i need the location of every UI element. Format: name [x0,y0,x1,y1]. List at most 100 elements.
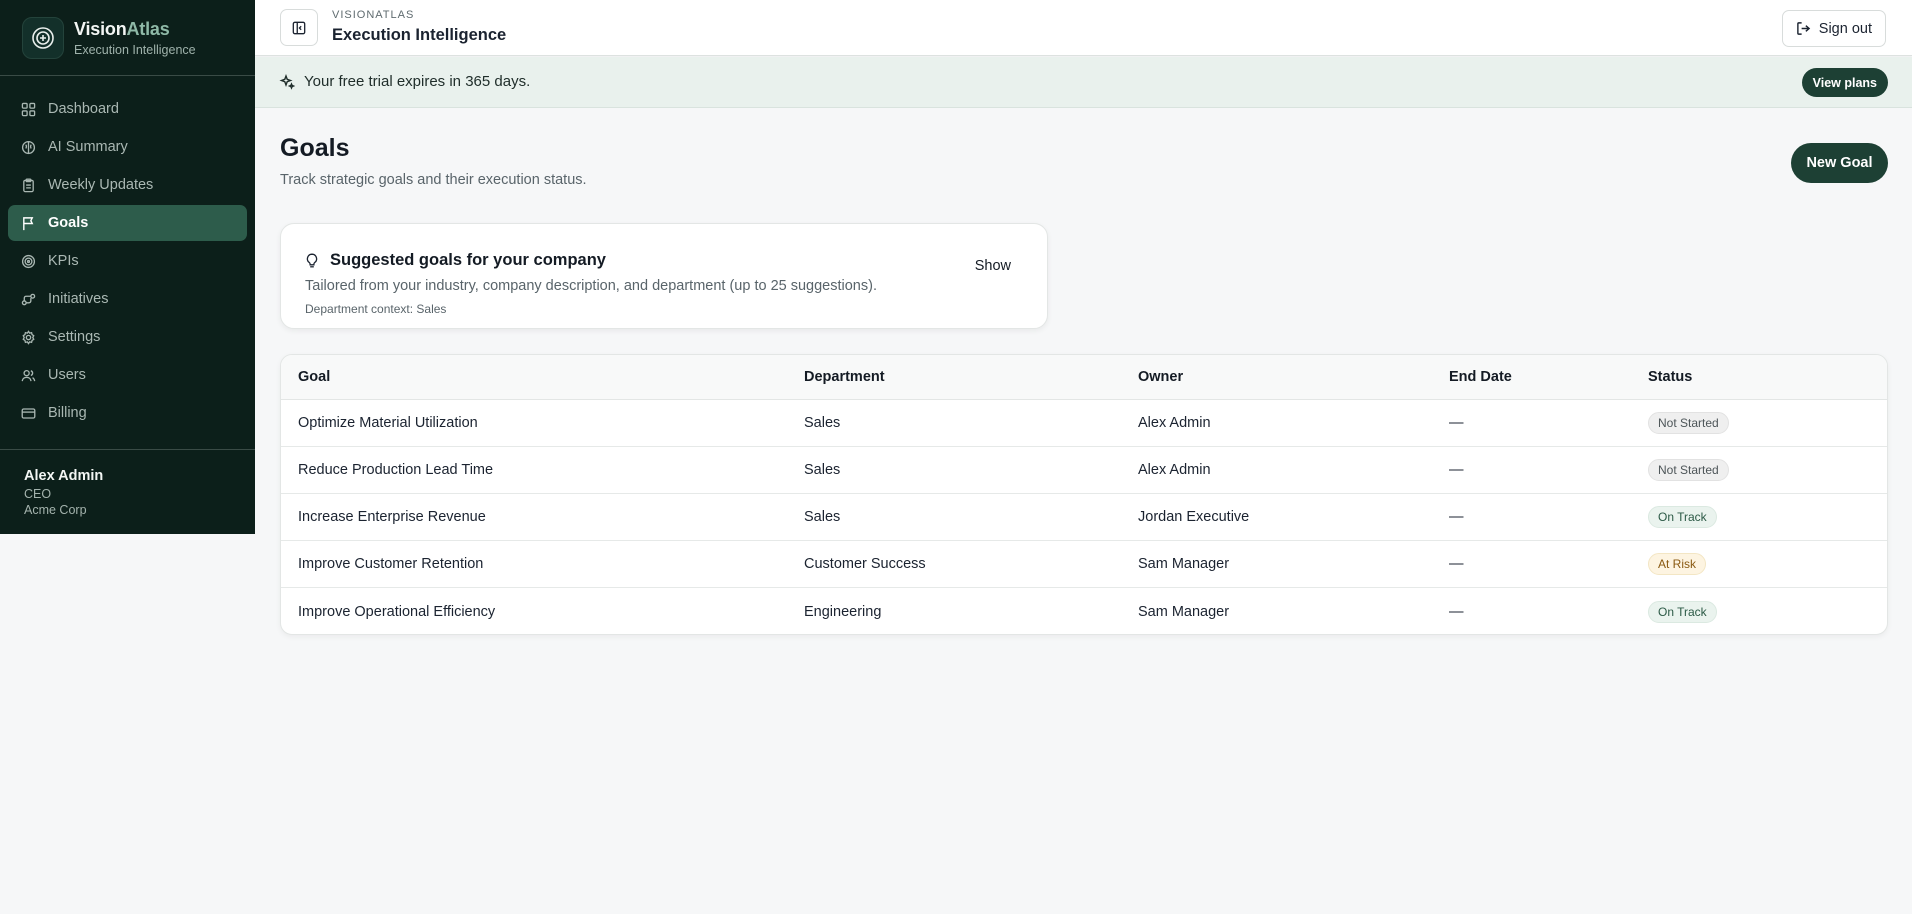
page-subtitle: Track strategic goals and their executio… [280,172,587,188]
status-cell: On Track [1648,588,1717,634]
sidebar-item-label: Settings [48,329,101,345]
target-icon [20,253,36,269]
sidebar-item-label: AI Summary [48,139,128,155]
sign-out-label: Sign out [1818,20,1872,37]
grid-icon [20,101,36,117]
user-name: Alex Admin [24,468,104,484]
header-title: Execution Intelligence [332,26,507,44]
goals-table: Goal Department Owner End Date Status Op… [280,354,1888,635]
status-badge: Not Started [1648,412,1729,434]
brand-subtitle: Execution Intelligence [74,42,196,57]
table-row[interactable]: Optimize Material Utilization Sales Alex… [281,400,1887,447]
page-title: Goals [280,134,350,162]
goal-end-date: — [1449,603,1464,620]
status-cell: Not Started [1648,400,1729,446]
lightbulb-icon [305,253,319,274]
sidebar-item-label: Users [48,367,86,383]
goal-owner: Alex Admin [1138,415,1211,431]
table-row[interactable]: Improve Operational Efficiency Engineeri… [281,588,1887,634]
sidebar-item-settings[interactable]: Settings [8,319,247,355]
goal-end-date: — [1449,462,1464,478]
goal-name[interactable]: Improve Operational Efficiency [298,588,495,634]
sidebar-item-label: Dashboard [48,101,119,117]
suggested-goals-description: Tailored from your industry, company des… [305,278,877,294]
view-plans-button[interactable]: View plans [1801,68,1888,97]
column-header-owner[interactable]: Owner [1138,355,1183,399]
sidebar-item-label: KPIs [48,253,79,269]
goal-owner: Sam Manager [1138,603,1230,620]
column-header-goal[interactable]: Goal [298,355,330,399]
status-cell: Not Started [1648,447,1729,493]
status-badge: On Track [1648,506,1717,528]
brain-icon [20,139,36,155]
status-badge: Not Started [1648,459,1729,481]
column-header-status[interactable]: Status [1648,355,1692,399]
goal-department: Sales [804,509,841,525]
goal-name[interactable]: Improve Customer Retention [298,541,483,587]
suggested-goals-title: Suggested goals for your company [330,251,606,269]
column-header-end-date[interactable]: End Date [1449,355,1512,399]
goal-end-date: — [1449,556,1464,572]
status-cell: At Risk [1648,541,1707,587]
logo-icon [22,16,64,59]
show-suggestions-button[interactable]: Show [975,258,1011,274]
sidebar-item-label: Billing [48,405,87,421]
goal-owner: Sam Manager [1138,556,1230,572]
header-eyebrow: VISIONATLAS [332,9,415,21]
goal-department: Engineering [804,603,882,620]
suggested-goals-card: Suggested goals for your company Tailore… [280,223,1048,329]
sidebar: VisionAtlas Execution Intelligence Dashb… [0,0,255,534]
flag-icon [20,215,36,231]
logout-icon [1796,21,1811,36]
brand-name: VisionAtlas [74,18,170,39]
trial-text: Your free trial expires in 365 days. [304,73,531,90]
goal-name[interactable]: Optimize Material Utilization [298,400,478,446]
goal-name[interactable]: Reduce Production Lead Time [298,447,493,493]
table-row[interactable]: Improve Customer Retention Customer Succ… [281,541,1887,588]
sidebar-item-weekly-updates[interactable]: Weekly Updates [8,167,247,203]
goal-name[interactable]: Increase Enterprise Revenue [298,494,486,540]
clipboard-icon [20,177,36,193]
credit-card-icon [20,405,36,421]
workflow-icon [20,291,36,307]
goal-department: Sales [804,415,841,431]
sidebar-item-initiatives[interactable]: Initiatives [8,281,247,317]
table-row[interactable]: Increase Enterprise Revenue Sales Jordan… [281,494,1887,541]
goal-end-date: — [1449,415,1464,431]
sidebar-nav: Dashboard AI Summary Weekly Updates Goal… [0,76,255,431]
status-badge: On Track [1648,600,1717,623]
sidebar-item-users[interactable]: Users [8,357,247,393]
goal-owner: Jordan Executive [1138,509,1250,525]
sidebar-item-goals[interactable]: Goals [8,205,247,241]
sidebar-item-billing[interactable]: Billing [8,395,247,431]
user-company: Acme Corp [24,503,87,517]
sidebar-item-kpis[interactable]: KPIs [8,243,247,279]
sparkles-icon [279,73,296,95]
sidebar-item-ai-summary[interactable]: AI Summary [8,129,247,165]
trial-banner: Your free trial expires in 365 days. Vie… [255,57,1912,108]
brand[interactable]: VisionAtlas Execution Intelligence [0,0,255,76]
user-profile[interactable]: Alex Admin CEO Acme Corp [0,449,255,518]
sign-out-button[interactable]: Sign out [1781,10,1886,47]
goal-end-date: — [1449,509,1464,525]
goal-owner: Alex Admin [1138,462,1211,478]
users-icon [20,367,36,383]
new-goal-button[interactable]: New Goal [1791,143,1888,183]
sidebar-item-label: Weekly Updates [48,177,154,193]
toggle-sidebar-button[interactable] [280,9,318,46]
gear-icon [20,329,36,345]
user-role: CEO [24,487,52,501]
goal-department: Sales [804,462,841,478]
sidebar-item-label: Initiatives [48,291,109,307]
status-badge: At Risk [1648,553,1707,575]
top-header: VISIONATLAS Execution Intelligence Sign … [255,0,1912,56]
status-cell: On Track [1648,494,1717,540]
table-row[interactable]: Reduce Production Lead Time Sales Alex A… [281,447,1887,494]
sidebar-item-dashboard[interactable]: Dashboard [8,91,247,127]
sidebar-item-label: Goals [48,215,89,231]
column-header-department[interactable]: Department [804,355,885,399]
table-header: Goal Department Owner End Date Status [281,355,1887,400]
goal-department: Customer Success [804,556,926,572]
department-context: Department context: Sales [305,302,447,316]
sidebar-collapse-icon [292,21,306,35]
